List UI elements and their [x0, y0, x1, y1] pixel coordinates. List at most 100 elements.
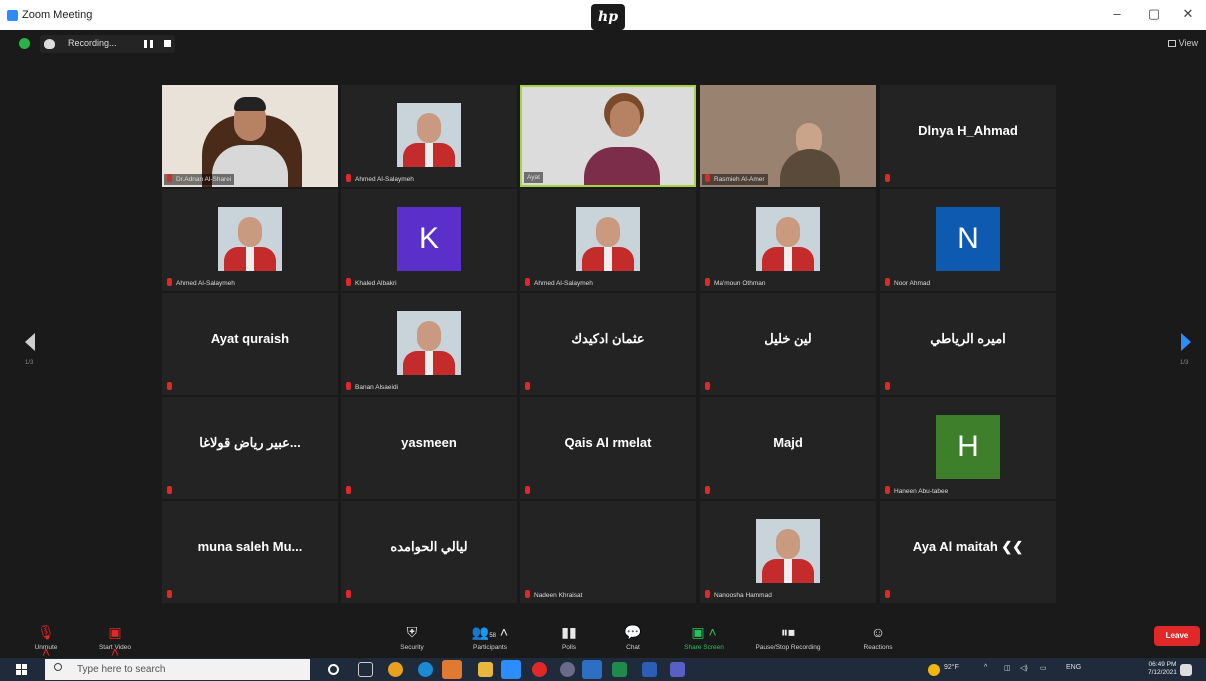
view-button[interactable]: View [1167, 38, 1198, 48]
participant-name-label: Banan Alsaeidi [343, 382, 401, 393]
word-icon[interactable] [642, 662, 657, 677]
muted-microphone-icon [525, 486, 530, 494]
encryption-shield-icon[interactable] [19, 38, 30, 49]
taskbar-clock[interactable]: 06:49 PM 7/12/2021 [1148, 661, 1177, 677]
muted-microphone-icon [525, 382, 530, 390]
app-icon[interactable] [560, 662, 575, 677]
muted-microphone-icon [705, 278, 710, 286]
chrome-icon[interactable] [388, 662, 403, 677]
participant-tile[interactable]: Qais Al rmelat [520, 397, 696, 499]
participant-tile[interactable]: Ahmed Al-Salaymeh [341, 85, 517, 187]
polls-label: Polls [561, 644, 577, 651]
participant-display-name: yasmeen [401, 435, 457, 450]
leave-button[interactable]: Leave [1154, 626, 1200, 646]
close-button[interactable]: ✕ [1176, 6, 1200, 22]
participant-name-label: Haneen Abu-tabee [882, 486, 951, 497]
participant-name: Noor Ahmad [894, 280, 931, 287]
participant-tile[interactable]: K Khaled Albakri [341, 189, 517, 291]
participant-tile[interactable]: لين خليل [700, 293, 876, 395]
previous-page-arrow-icon[interactable] [25, 333, 35, 351]
participant-name-label [164, 486, 179, 497]
participant-tile[interactable]: Nanoosha Hammad [700, 501, 876, 603]
participant-tile[interactable]: Majd [700, 397, 876, 499]
participant-tile[interactable]: Ahmed Al-Salaymeh [162, 189, 338, 291]
pause-recording-icon[interactable] [144, 40, 153, 48]
minimize-button[interactable]: – [1105, 6, 1129, 21]
zoom-taskbar-icon[interactable] [501, 660, 521, 679]
muted-microphone-icon [885, 382, 890, 390]
participant-tile[interactable]: Ayat [520, 85, 696, 187]
battery-icon[interactable]: ▭ [1040, 664, 1047, 672]
taskbar-search-input[interactable]: Type here to search [45, 659, 310, 680]
participant-display-name: عبير رياض قولاغا... [199, 435, 301, 450]
share-screen-button[interactable]: ▣ ˄ Share Screen [669, 622, 739, 651]
participant-name-label [882, 590, 897, 601]
pause-stop-recording-button[interactable]: ⏸⏹ Pause/Stop Recording [747, 622, 829, 651]
participant-name: Ahmed Al-Salaymeh [534, 280, 593, 287]
language-indicator[interactable]: ENG [1066, 664, 1081, 671]
pinned-app-icon[interactable] [442, 660, 462, 679]
participants-button[interactable]: 👥58 ˄ Participants [455, 622, 525, 651]
tray-overflow-icon[interactable]: ^ [984, 664, 987, 671]
participant-tile[interactable]: Dlnya H_Ahmad [880, 85, 1056, 187]
reactions-label: Reactions [863, 644, 893, 651]
participant-tile[interactable]: muna saleh Mu... [162, 501, 338, 603]
windows-taskbar: Type here to search 92°F ^ ◫ ◁) ▭ ENG 06… [0, 658, 1206, 681]
participant-tile[interactable]: N Noor Ahmad [880, 189, 1056, 291]
unmute-button[interactable]: 🎙 ˄ Unmute [11, 622, 81, 660]
participant-tile[interactable]: Nadeen Khraisat [520, 501, 696, 603]
participant-tile[interactable]: Aya Al maitah ❮❮ [880, 501, 1056, 603]
maximize-button[interactable]: ▢ [1142, 6, 1166, 22]
notifications-icon[interactable] [1180, 664, 1192, 676]
participant-display-name: ليالي الحوامده [390, 539, 468, 554]
participant-name: Nanoosha Hammad [714, 592, 772, 599]
teams-icon[interactable] [670, 662, 685, 677]
security-label: Security [400, 644, 424, 651]
start-video-label: Start Video [98, 644, 132, 651]
volume-icon[interactable]: ◁) [1020, 664, 1028, 672]
stop-recording-icon[interactable] [164, 40, 171, 47]
participant-tile[interactable]: Dr.Adnan Al-Sharei [162, 85, 338, 187]
excel-icon[interactable] [612, 662, 627, 677]
meeting-controls-toolbar: 🎙 ˄ Unmute ▣ ˄ Start Video ⛨ Security 👥58 ˄… [0, 620, 1206, 660]
participant-tile[interactable]: Rasmieh Al-Amer [700, 85, 876, 187]
network-icon[interactable]: ◫ [1004, 664, 1011, 672]
participant-tile[interactable]: Ahmed Al-Salaymeh [520, 189, 696, 291]
edge-icon[interactable] [418, 662, 433, 677]
windows-start-icon[interactable] [16, 664, 27, 675]
muted-microphone-icon [885, 174, 890, 182]
window-titlebar: Zoom Meeting hp – ▢ ✕ [0, 0, 1206, 30]
start-video-button[interactable]: ▣ ˄ Start Video [80, 622, 150, 660]
participant-tile[interactable]: اميره الرياطي [880, 293, 1056, 395]
participant-tile[interactable]: H Haneen Abu-tabee [880, 397, 1056, 499]
participant-tile[interactable]: Ma'moun Othman [700, 189, 876, 291]
participant-display-name: Qais Al rmelat [564, 435, 652, 450]
participant-name: Ahmed Al-Salaymeh [355, 176, 414, 183]
onedrive-icon[interactable] [582, 660, 602, 679]
participant-tile[interactable]: yasmeen [341, 397, 517, 499]
participant-display-name: لين خليل [764, 331, 812, 346]
participant-tile[interactable]: Ayat quraish [162, 293, 338, 395]
participant-tile[interactable]: عبير رياض قولاغا... [162, 397, 338, 499]
chat-bubble-icon: 💬 [624, 624, 642, 640]
file-explorer-icon[interactable] [478, 662, 493, 677]
task-view-icon[interactable] [358, 662, 373, 677]
participant-name: Ahmed Al-Salaymeh [176, 280, 235, 287]
participant-name-label: Rasmieh Al-Amer [702, 174, 768, 185]
cortana-icon[interactable] [328, 664, 339, 675]
participant-tile[interactable]: Banan Alsaeidi [341, 293, 517, 395]
security-button[interactable]: ⛨ Security [377, 622, 447, 651]
participant-tile[interactable]: عثمان ادكيدك [520, 293, 696, 395]
chat-button[interactable]: 💬 Chat [598, 622, 668, 651]
participant-tile[interactable]: ليالي الحوامده [341, 501, 517, 603]
reactions-button[interactable]: ☺ Reactions [843, 622, 913, 651]
polls-button[interactable]: ▮▮ Polls [534, 622, 604, 651]
weather-sun-icon[interactable] [928, 664, 940, 676]
opera-icon[interactable] [532, 662, 547, 677]
next-page-arrow-icon[interactable] [1181, 333, 1191, 351]
participant-initial-avatar: H [936, 415, 1000, 479]
muted-microphone-icon [705, 486, 710, 494]
page-indicator-right: 1/3 [1180, 360, 1189, 366]
clock-time: 06:49 PM [1148, 661, 1177, 668]
pause-stop-icon: ⏸⏹ [781, 624, 795, 640]
